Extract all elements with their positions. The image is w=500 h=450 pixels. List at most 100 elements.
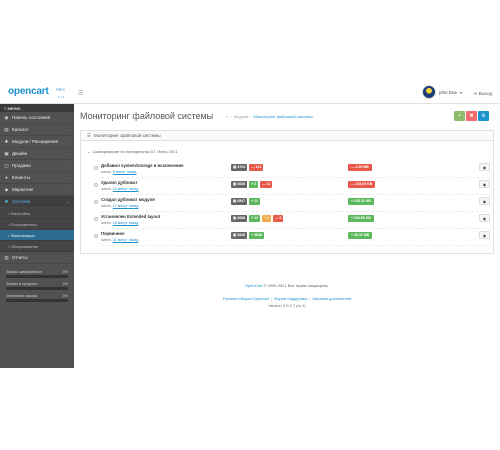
stat-value: 0% xyxy=(62,270,68,274)
logo-dots: ••• xyxy=(58,94,66,99)
user-name[interactable]: john Doe xyxy=(439,90,457,95)
avatar[interactable] xyxy=(422,85,436,99)
scan-date[interactable]: ⌄ Сканирование на понедельник 07. Июнь 2… xyxy=(87,149,178,154)
home-icon[interactable]: ⌂ xyxy=(226,114,228,119)
entry-time-link[interactable]: 17 минут назад xyxy=(113,204,139,208)
entry-tags: ▤ 3838 + 2— 11 xyxy=(231,181,273,188)
order-stats: Заказы завершенные 0% Заказы в процессе 0% О… xyxy=(0,264,74,304)
entry-user: admin xyxy=(101,238,111,242)
sidebar-item-label: Система xyxy=(12,198,31,204)
entry-title: Первичное xyxy=(101,231,125,236)
footer-link-store[interactable]: Магазин дополнений xyxy=(312,296,351,301)
entry-meta: admin, 18 минут назад xyxy=(101,221,138,225)
sidebar-item-7[interactable]: ✱ Система ⌄ xyxy=(0,196,74,208)
design-icon: ▣ xyxy=(4,150,9,156)
sidebar-item-0[interactable]: ◉ Панель состояния xyxy=(0,112,74,124)
dashboard-icon: ◉ xyxy=(4,114,9,120)
view-button[interactable]: ◉ xyxy=(479,231,490,239)
sidebar-item-2[interactable]: ✚ Модули / Расширения › xyxy=(0,136,74,148)
entry-tags: ▤ 3836 + 12 ~ 1— 0 xyxy=(231,215,284,222)
user-menu[interactable]: john Doe ▾ xyxy=(422,85,462,99)
entry-time-link[interactable]: 16 минут назад xyxy=(113,187,139,191)
stat-value: 0% xyxy=(62,294,68,298)
entry-meta: admin, 31 минут назад xyxy=(101,238,138,242)
opencart-logo[interactable]: opencart xyxy=(8,86,49,97)
panel-title: Мониторинг файловой системы xyxy=(94,133,161,138)
size-change-badge: + 48.32 MB xyxy=(348,232,373,239)
sidebar-subitem-0[interactable]: › Настройки xyxy=(0,208,74,219)
entry-meta-separator: , xyxy=(110,238,112,242)
tags-icon: ▤ xyxy=(4,126,9,132)
change-count-badge: — 0 xyxy=(272,215,284,222)
sidebar-item-label: Маркетинг xyxy=(12,186,34,192)
sidebar-subitem-2[interactable]: › Локализация xyxy=(0,230,74,241)
footer-link-russian-build[interactable]: Русская сборка Opencart xyxy=(223,296,269,301)
user-icon: ● xyxy=(5,174,8,180)
breadcrumb-item[interactable]: Мониторинг файловой системы xyxy=(253,114,312,119)
sidebar-item-4[interactable]: ◫ Продажи › xyxy=(0,160,74,172)
change-count-badge: ▤ 3838 xyxy=(231,181,248,188)
size-change-badge: — 218.09 KB xyxy=(348,181,376,188)
cog-icon: ✱ xyxy=(4,198,9,204)
footer-links: Русская сборка Opencart | Форум поддержки |… xyxy=(74,296,500,301)
stat-progress-bar xyxy=(6,299,68,302)
entry-time-link[interactable]: 31 минут назад xyxy=(113,238,139,242)
timeline-dot xyxy=(94,166,98,170)
footer-copyright: OpenCart © 2009-2021 Все права защищены. xyxy=(74,283,500,288)
change-count-badge: ▤ 3724 xyxy=(231,164,248,171)
trash-icon: ✖ xyxy=(469,113,474,119)
entry-tags: ▤ 3847 + 11 xyxy=(231,198,260,205)
entry-tags: ▤ 3724— 114 xyxy=(231,164,264,171)
logout-link[interactable]: ⇥ Выход xyxy=(473,91,492,97)
view-button[interactable]: ◉ xyxy=(479,197,490,205)
entry-time-link[interactable]: 18 минут назад xyxy=(113,221,139,225)
sidebar-item-label: Дизайн xyxy=(12,150,28,156)
breadcrumb-item[interactable]: Модули xyxy=(234,114,248,119)
settings-button[interactable]: ⚙ xyxy=(478,111,489,121)
sidebar-item-reports[interactable]: ▥ Отчеты › xyxy=(0,252,74,264)
sidebar-item-5[interactable]: ● Клиенты › xyxy=(0,172,74,184)
entry-user: admin xyxy=(101,187,111,191)
eye-icon: ◉ xyxy=(482,233,487,238)
sidebar-item-label: Каталог xyxy=(12,126,29,132)
stat-label: Остальные заказы xyxy=(6,294,38,298)
change-count-badge: + 2 xyxy=(249,181,259,188)
stat-row: Остальные заказы 0% xyxy=(6,294,68,298)
stat-progress-bar xyxy=(6,275,68,278)
breadcrumb: ⌂ › Модули › Мониторинг файловой системы xyxy=(226,114,313,119)
footer-brand-link[interactable]: OpenCart xyxy=(245,283,262,288)
scan-entry: Установлен Extended layout admin, 18 мину… xyxy=(94,213,490,229)
entry-time-link[interactable]: 8 минут назад xyxy=(113,170,137,174)
add-button[interactable]: + xyxy=(454,111,465,121)
delete-button[interactable]: ✖ xyxy=(466,111,477,121)
settings-icon: ⚙ xyxy=(481,113,486,119)
page-header: Мониторинг файловой системы ⌂ › Модули › Мон… xyxy=(74,104,500,128)
scan-date-label: Сканирование на понедельник 07. Июнь 202… xyxy=(92,149,178,154)
bars-icon[interactable]: ☰ xyxy=(78,90,83,97)
change-count-badge: — 114 xyxy=(249,164,264,171)
eye-icon: ◉ xyxy=(482,165,487,170)
chevron-icon: ⌄ xyxy=(66,199,70,204)
footer-separator: | xyxy=(271,296,273,301)
sidebar-subitem-3[interactable]: › Обслуживание xyxy=(0,241,74,252)
view-button[interactable]: ◉ xyxy=(479,163,490,171)
sidebar-item-3[interactable]: ▣ Дизайн › xyxy=(0,148,74,160)
sidebar-heading-label: МЕНЮ xyxy=(7,106,21,111)
scan-entry: Добавил system/storage в исключение admin… xyxy=(94,162,490,178)
change-count-badge: ▤ 3848 xyxy=(231,232,248,239)
footer-copyright-text: © 2009-2021 Все права защищены. xyxy=(263,283,330,288)
sidebar-subitem-1[interactable]: › Пользователи xyxy=(0,219,74,230)
chevron-down-icon[interactable]: ▾ xyxy=(460,90,462,95)
eye-icon: ◉ xyxy=(482,216,487,221)
view-button[interactable]: ◉ xyxy=(479,214,490,222)
sidebar-item-1[interactable]: ▤ Каталог › xyxy=(0,124,74,136)
footer-link-forum[interactable]: Форум поддержки xyxy=(274,296,307,301)
logo-badge: PRO xyxy=(56,87,65,92)
top-header: opencart PRO ••• ☰ john Doe ▾ ⇥ Выход xyxy=(0,82,500,104)
entry-title: Удалил дубликат xyxy=(101,180,138,185)
share-icon: ◆ xyxy=(4,186,9,192)
sidebar-item-6[interactable]: ◆ Маркетинг › xyxy=(0,184,74,196)
logout-label: Выход xyxy=(478,91,493,96)
puzzle-icon: ✚ xyxy=(4,138,9,144)
view-button[interactable]: ◉ xyxy=(479,180,490,188)
